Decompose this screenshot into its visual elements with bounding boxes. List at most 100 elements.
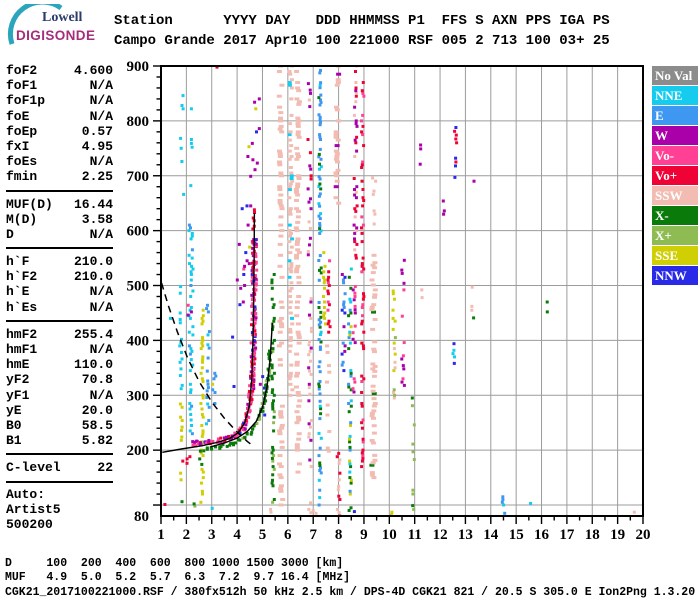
- distance-row: D 100 200 400 600 800 1000 1500 3000 [km…: [5, 557, 344, 570]
- param-value: N/A: [89, 387, 113, 403]
- svg-text:10: 10: [382, 527, 397, 543]
- param-label: hmF1: [6, 342, 38, 357]
- param-label: B0: [6, 417, 22, 433]
- svg-text:2: 2: [183, 527, 191, 543]
- param-label: C-level: [6, 460, 61, 476]
- param-label: h`F2: [6, 269, 38, 285]
- svg-text:15: 15: [509, 527, 524, 543]
- divider: [6, 319, 113, 322]
- logo-lowell-text: Lowell: [42, 10, 83, 25]
- param-value: N/A: [89, 154, 113, 170]
- legend-item-nne: NNE: [652, 86, 698, 105]
- param-label: foF2: [6, 63, 38, 78]
- param-row: h`Es N/A: [6, 300, 113, 315]
- param-value: N/A: [89, 299, 113, 315]
- param-row: foE N/A: [6, 109, 113, 124]
- param-value: N/A: [89, 342, 113, 357]
- param-label: yF1: [6, 387, 30, 403]
- autoscaling-info-block: Auto: Artist5 500200: [6, 487, 61, 533]
- param-value: 22: [97, 460, 113, 476]
- auto-line: 500200: [6, 517, 53, 533]
- auto-line: Artist5: [6, 502, 61, 518]
- legend-item-ssw: SSW: [652, 186, 698, 205]
- param-label: fmin: [6, 169, 38, 185]
- param-row: foEs N/A: [6, 154, 113, 169]
- param-row: M(D) 3.58: [6, 212, 113, 227]
- param-label: h`E: [6, 284, 30, 300]
- param-value: N/A: [89, 108, 113, 124]
- divider: [6, 453, 113, 456]
- svg-text:3: 3: [208, 527, 216, 543]
- svg-text:5: 5: [259, 527, 267, 543]
- svg-text:14: 14: [483, 527, 499, 543]
- param-value: 110.0: [73, 357, 113, 373]
- param-label: h`F: [6, 254, 30, 270]
- svg-text:18: 18: [585, 527, 600, 543]
- svg-text:11: 11: [408, 527, 422, 543]
- param-row: C-level 22: [6, 460, 113, 475]
- svg-text:7: 7: [309, 527, 317, 543]
- svg-text:9: 9: [360, 527, 368, 543]
- svg-text:600: 600: [127, 224, 150, 240]
- param-label: fxI: [6, 138, 30, 154]
- param-row: hmE 110.0: [6, 357, 113, 372]
- legend-item-no-val: No Val: [652, 66, 698, 85]
- divider: [6, 189, 113, 192]
- param-label: foF1p: [6, 93, 46, 109]
- param-label: foF1: [6, 78, 38, 94]
- legend-item-w: W: [652, 126, 698, 145]
- svg-text:17: 17: [559, 527, 575, 543]
- param-row: foEp 0.57: [6, 124, 113, 139]
- param-label: MUF(D): [6, 196, 53, 212]
- param-label: foE: [6, 108, 30, 124]
- param-value: 20.0: [81, 402, 113, 418]
- param-value: N/A: [89, 226, 113, 242]
- param-value: 16.44: [73, 196, 113, 212]
- svg-text:1: 1: [157, 527, 165, 543]
- svg-text:8: 8: [335, 527, 343, 543]
- param-label: foEs: [6, 154, 38, 170]
- muf-row: MUF 4.9 5.0 5.2 5.7 6.3 7.2 9.7 16.4 [MH…: [5, 571, 351, 584]
- param-row: yF2 70.8: [6, 372, 113, 387]
- param-value: 255.4: [73, 326, 113, 342]
- svg-text:6: 6: [284, 527, 292, 543]
- param-value: 58.5: [81, 417, 113, 433]
- legend-item-vo-: Vo-: [652, 146, 698, 165]
- svg-text:300: 300: [127, 388, 150, 404]
- param-row: MUF(D) 16.44: [6, 197, 113, 212]
- svg-text:900: 900: [127, 59, 150, 75]
- svg-text:12: 12: [433, 527, 448, 543]
- param-label: yE: [6, 402, 22, 418]
- param-value: 2.25: [81, 169, 113, 185]
- param-value: 3.58: [81, 211, 113, 227]
- param-label: M(D): [6, 211, 38, 227]
- param-value: 4.600: [73, 63, 113, 78]
- legend-item-x-: X-: [652, 206, 698, 225]
- legend-item-nnw: NNW: [652, 266, 698, 285]
- measurement-info-footer: CGK21_2017100221000.RSF / 380fx512h 50 k…: [5, 586, 696, 599]
- param-label: B1: [6, 433, 22, 449]
- legend-item-x-: X+: [652, 226, 698, 245]
- divider: [6, 480, 113, 483]
- param-row: h`E N/A: [6, 284, 113, 299]
- svg-text:16: 16: [534, 527, 550, 543]
- param-label: yF2: [6, 372, 30, 388]
- param-value: 210.0: [73, 269, 113, 285]
- header-field-values: Campo Grande 2017 Apr10 100 221000 RSF 0…: [114, 32, 610, 49]
- param-value: 5.82: [81, 433, 113, 449]
- param-value: 4.95: [81, 138, 113, 154]
- param-row: hmF1 N/A: [6, 342, 113, 357]
- svg-text:700: 700: [127, 169, 150, 185]
- param-row: B0 58.5: [6, 418, 113, 433]
- param-row: B1 5.82: [6, 433, 113, 448]
- lowell-digisonde-logo: Lowell DIGISONDE: [6, 4, 112, 50]
- param-row: h`F2 210.0: [6, 269, 113, 284]
- ionogram-plot: 900800700600500400300200801 2 3 4 5 6 7 8 9 10 11 1…: [127, 59, 651, 543]
- svg-text:200: 200: [127, 443, 150, 459]
- param-value: N/A: [89, 93, 113, 109]
- param-row: h`F 210.0: [6, 254, 113, 269]
- param-row: yF1 N/A: [6, 388, 113, 403]
- param-label: h`Es: [6, 299, 38, 315]
- legend-item-e: E: [652, 106, 698, 125]
- svg-text:800: 800: [127, 114, 150, 130]
